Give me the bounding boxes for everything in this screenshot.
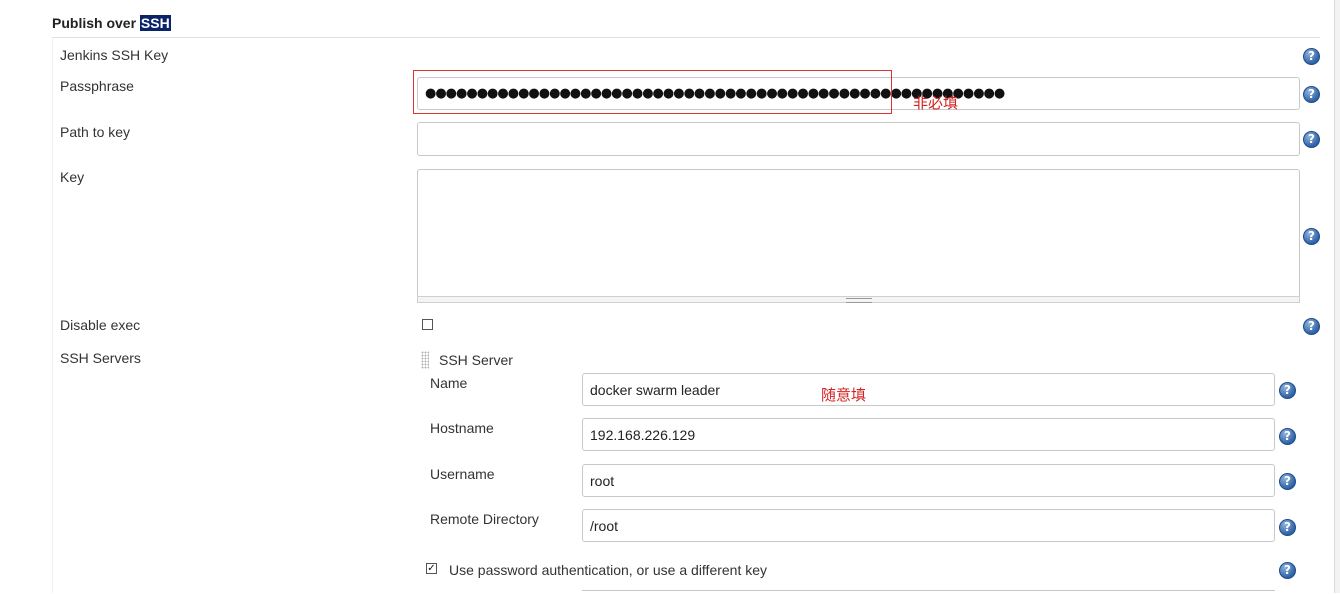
server-name-input[interactable]: docker swarm leader: [582, 373, 1275, 406]
page-scrollbar[interactable]: [1334, 0, 1340, 593]
remote-directory-label: Remote Directory: [430, 511, 539, 527]
section-divider: [52, 37, 1320, 38]
drag-handle-icon[interactable]: [421, 351, 429, 369]
help-icon-hostname[interactable]: ?: [1279, 428, 1296, 445]
hostname-input[interactable]: 192.168.226.129: [582, 418, 1275, 451]
use-password-checkbox[interactable]: ✓: [426, 563, 437, 574]
use-password-label: Use password authentication, or use a di…: [449, 562, 768, 578]
help-icon-key[interactable]: ?: [1303, 228, 1320, 245]
server-name-label: Name: [430, 375, 468, 391]
passphrase-label: Passphrase: [60, 78, 134, 94]
textarea-resize-grip[interactable]: [417, 296, 1300, 303]
help-icon-jenkins-ssh-key[interactable]: ?: [1303, 48, 1320, 65]
disable-exec-checkbox[interactable]: [422, 319, 433, 330]
help-icon-passphrase[interactable]: ?: [1303, 86, 1320, 103]
server-name-annotation: 随意填: [821, 386, 867, 404]
remote-directory-input[interactable]: /root: [582, 509, 1275, 542]
truncated-top-text: [70, 0, 250, 2]
help-icon-username[interactable]: ?: [1279, 473, 1296, 490]
passphrase-annotation: 非必填: [913, 94, 959, 112]
disable-exec-label: Disable exec: [60, 317, 141, 333]
next-field-edge: [582, 590, 1275, 594]
help-icon-disable-exec[interactable]: ?: [1303, 318, 1320, 335]
jenkins-ssh-key-label: Jenkins SSH Key: [60, 47, 169, 63]
username-label: Username: [430, 466, 495, 482]
help-icon-path-to-key[interactable]: ?: [1303, 131, 1320, 148]
key-label: Key: [60, 169, 85, 185]
help-icon-server-name[interactable]: ?: [1279, 382, 1296, 399]
hostname-label: Hostname: [430, 420, 494, 436]
help-icon-remote-directory[interactable]: ?: [1279, 519, 1296, 536]
help-icon-use-password[interactable]: ?: [1279, 562, 1296, 579]
section-left-border: [52, 38, 53, 593]
section-title-highlight: SSH: [139, 15, 171, 31]
section-title: Publish over SSH: [52, 15, 171, 31]
annotation-highlight-box: [413, 70, 892, 114]
ssh-servers-label: SSH Servers: [60, 350, 141, 366]
username-input[interactable]: root: [582, 464, 1275, 497]
path-to-key-input[interactable]: [417, 122, 1300, 156]
key-textarea[interactable]: [417, 169, 1300, 297]
ssh-server-heading: SSH Server: [439, 352, 513, 368]
section-title-prefix: Publish over: [52, 15, 140, 31]
path-to-key-label: Path to key: [60, 124, 131, 140]
